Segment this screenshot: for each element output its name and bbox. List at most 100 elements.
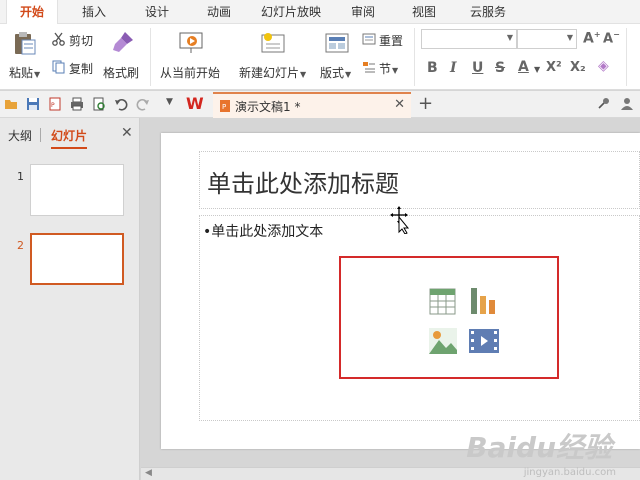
- chevron-down-icon: ▼: [345, 70, 352, 79]
- svg-text:P: P: [51, 102, 55, 109]
- clipboard-icon: [15, 32, 36, 55]
- tab-animation[interactable]: 动画: [197, 0, 241, 24]
- section-icon: [363, 62, 375, 73]
- chevron-down-icon: ▼: [392, 66, 399, 75]
- new-slide-label: 新建幻灯片▼: [239, 66, 307, 80]
- cut-label: 剪切: [69, 34, 94, 48]
- new-slide-icon: [261, 33, 285, 53]
- wps-logo-icon[interactable]: W: [186, 94, 204, 113]
- copy-icon: [52, 60, 65, 74]
- slide-number: 2: [17, 239, 24, 252]
- divider: [40, 128, 41, 142]
- font-size-select[interactable]: ▼: [517, 29, 577, 49]
- chevron-down-icon: ▼: [566, 33, 573, 42]
- slideshow-play-icon: [179, 32, 203, 53]
- font-color-button[interactable]: A: [518, 59, 529, 75]
- quick-toolbar: P ▼ W P 演示文稿1 * ✕ +: [0, 91, 640, 118]
- divider: [414, 28, 415, 86]
- from-current-label: 从当前开始: [160, 66, 221, 80]
- tab-design[interactable]: 设计: [135, 0, 179, 24]
- strikethrough-button[interactable]: S: [495, 60, 505, 76]
- pin-icon[interactable]: [596, 97, 610, 111]
- slide-number: 1: [17, 170, 24, 183]
- chevron-down-icon[interactable]: ▼: [166, 97, 173, 107]
- superscript-button[interactable]: X²: [546, 60, 562, 75]
- chevron-down-icon: ▼: [300, 70, 307, 79]
- watermark-url: jingyan.baidu.com: [523, 467, 616, 478]
- tab-insert[interactable]: 插入: [72, 0, 116, 24]
- layout-icon: [325, 33, 349, 53]
- save-icon[interactable]: [26, 97, 40, 111]
- close-icon[interactable]: ✕: [121, 125, 133, 141]
- bold-button[interactable]: B: [427, 60, 438, 76]
- presentation-file-icon: P: [220, 100, 230, 112]
- tab-cloud[interactable]: 云服务: [462, 0, 514, 24]
- title-placeholder[interactable]: 单击此处添加标题: [199, 151, 640, 209]
- document-title: 演示文稿1 *: [235, 100, 301, 114]
- tab-home[interactable]: 开始: [6, 0, 58, 25]
- content-insert-box: [339, 256, 559, 379]
- slide: 单击此处添加标题 •单击此处添加文本: [161, 133, 640, 449]
- format-painter-button[interactable]: 格式刷: [103, 28, 143, 84]
- font-name-select[interactable]: ▼: [421, 29, 517, 49]
- export-pdf-icon[interactable]: P: [48, 97, 62, 111]
- open-folder-icon[interactable]: [4, 97, 18, 111]
- chart-icon[interactable]: [469, 286, 499, 316]
- document-tab[interactable]: P 演示文稿1 * ✕: [213, 92, 411, 118]
- underline-button[interactable]: U: [472, 60, 483, 76]
- slides-pane: 大纲 幻灯片 ✕ 1 2: [0, 118, 140, 480]
- paste-label: 粘贴▼: [9, 66, 41, 80]
- cut-button[interactable]: 剪切: [52, 30, 100, 50]
- add-tab-icon[interactable]: +: [418, 93, 433, 114]
- layout-button[interactable]: 版式▼: [318, 28, 358, 84]
- tab-slides[interactable]: 幻灯片: [51, 127, 88, 149]
- reset-icon: [362, 33, 376, 45]
- tab-view[interactable]: 视图: [402, 0, 446, 24]
- copy-button[interactable]: 复制: [52, 58, 100, 78]
- chevron-down-icon: ▼: [34, 70, 41, 79]
- tab-review[interactable]: 审阅: [341, 0, 385, 24]
- watermark-logo: Baidu经验: [466, 431, 612, 464]
- scissors-icon: [52, 32, 65, 46]
- slide-thumbnail-1[interactable]: [30, 164, 124, 216]
- user-icon[interactable]: [620, 97, 634, 111]
- italic-button[interactable]: I: [450, 60, 457, 76]
- chevron-down-icon: ▼: [506, 33, 513, 42]
- section-button[interactable]: 节▼: [362, 58, 410, 78]
- table-icon[interactable]: [429, 288, 456, 315]
- reset-label: 重置: [379, 34, 404, 48]
- new-slide-button[interactable]: 新建幻灯片▼: [236, 28, 312, 84]
- reset-button[interactable]: 重置: [362, 30, 410, 50]
- clear-format-icon[interactable]: ◈: [598, 58, 609, 74]
- format-painter-label: 格式刷: [103, 66, 140, 80]
- paste-button[interactable]: 粘贴▼: [6, 28, 46, 84]
- tab-slideshow[interactable]: 幻灯片放映: [256, 0, 326, 24]
- svg-text:P: P: [222, 103, 226, 111]
- move-cursor-icon: [390, 206, 410, 234]
- slide-thumbnail-2[interactable]: [30, 233, 124, 285]
- pane-tabs: 大纲 幻灯片 ✕: [0, 118, 140, 149]
- copy-label: 复制: [69, 62, 94, 76]
- body-placeholder-text: •单击此处添加文本: [203, 224, 324, 240]
- undo-icon[interactable]: [114, 97, 128, 111]
- ribbon: 粘贴▼ 剪切 复制 格式刷 从当前开始 新建幻灯片▼ 版式▼ 重置 节▼ ▼ ▼…: [0, 24, 640, 90]
- from-current-button[interactable]: 从当前开始: [157, 28, 223, 84]
- grow-font-button[interactable]: A+: [583, 30, 601, 47]
- menu-bar: 开始 插入 设计 动画 幻灯片放映 审阅 视图 云服务: [0, 0, 640, 25]
- chevron-down-icon[interactable]: ▼: [534, 65, 540, 74]
- print-icon[interactable]: [70, 97, 84, 111]
- title-placeholder-text: 单击此处添加标题: [207, 170, 399, 198]
- brush-icon: [113, 32, 133, 52]
- divider: [150, 28, 151, 86]
- scroll-left-icon[interactable]: ◀: [145, 468, 152, 478]
- picture-icon[interactable]: [429, 328, 457, 354]
- shrink-font-button[interactable]: A−: [603, 30, 620, 46]
- redo-icon[interactable]: [136, 97, 150, 111]
- print-preview-icon[interactable]: [92, 97, 106, 111]
- subscript-button[interactable]: X₂: [570, 60, 586, 75]
- layout-label: 版式▼: [320, 66, 352, 80]
- divider: [626, 28, 627, 86]
- video-icon[interactable]: [469, 329, 499, 353]
- tab-outline[interactable]: 大纲: [8, 127, 32, 144]
- close-icon[interactable]: ✕: [394, 97, 405, 112]
